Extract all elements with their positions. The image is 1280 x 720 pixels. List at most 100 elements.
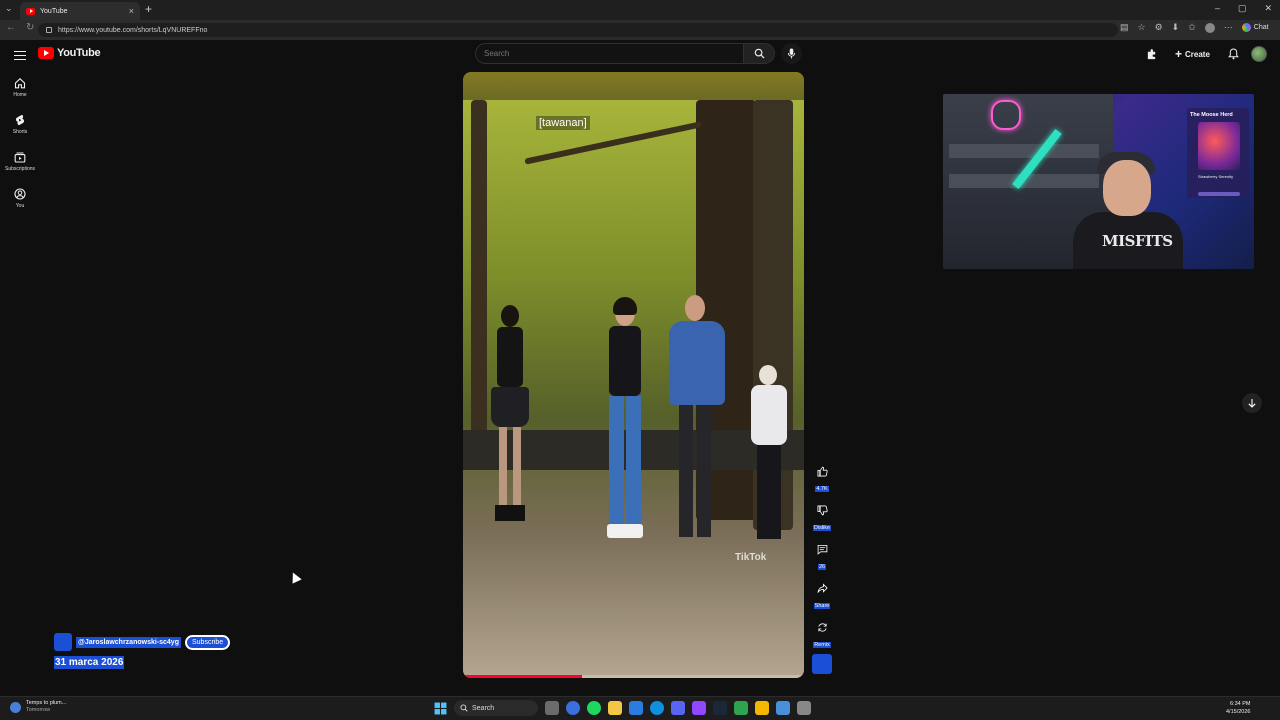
share-arrow-icon bbox=[817, 582, 828, 593]
chrome-icon[interactable] bbox=[566, 701, 580, 715]
favorites-icon[interactable]: ✩ bbox=[1188, 22, 1196, 33]
window-controls: – ▢ ✕ bbox=[1215, 3, 1272, 14]
youtube-favicon-icon bbox=[26, 7, 35, 15]
share-button[interactable] bbox=[812, 578, 832, 598]
channel-row: @Jaroslawchrzanowski-sc4yg Subscribe bbox=[54, 633, 231, 651]
url-text: https://www.youtube.com/shorts/LqVNUREFF… bbox=[58, 26, 208, 34]
extension-puzzle-icon[interactable] bbox=[1146, 48, 1157, 60]
youtube-logo-text: YouTube bbox=[57, 47, 101, 59]
extensions-icon[interactable]: ⚙ bbox=[1155, 22, 1163, 33]
copilot-chat-button[interactable]: Chat bbox=[1241, 23, 1269, 32]
sidebar-item-label: Subscriptions bbox=[4, 166, 35, 172]
browser-menu-icon[interactable]: ⋯ bbox=[1224, 22, 1233, 33]
file-explorer-icon[interactable] bbox=[608, 701, 622, 715]
taskbar-search[interactable]: Search bbox=[454, 700, 538, 716]
subscriptions-icon bbox=[14, 152, 26, 163]
comments-button[interactable] bbox=[812, 539, 832, 559]
maximize-button[interactable]: ▢ bbox=[1238, 3, 1247, 14]
tab-list-chevron-icon[interactable]: ⌄ bbox=[5, 3, 13, 14]
voice-search-button[interactable] bbox=[781, 43, 802, 64]
navigation-buttons: ← ↻ bbox=[6, 22, 34, 33]
overlay-card-bar bbox=[1198, 192, 1240, 196]
discord-icon[interactable] bbox=[671, 701, 685, 715]
like-action: 4.7K bbox=[812, 461, 832, 492]
dislike-button[interactable] bbox=[812, 500, 832, 520]
new-tab-button[interactable]: + bbox=[145, 2, 152, 16]
subscribe-button[interactable]: Subscribe bbox=[184, 634, 231, 650]
store-icon[interactable] bbox=[629, 701, 643, 715]
share-label: Share bbox=[813, 603, 831, 609]
thumbs-up-icon bbox=[817, 466, 828, 476]
copilot-icon bbox=[1241, 23, 1251, 32]
minimize-button[interactable]: – bbox=[1215, 3, 1220, 14]
task-view-icon[interactable] bbox=[545, 701, 559, 715]
edge-icon[interactable] bbox=[650, 701, 664, 715]
downloads-icon[interactable]: ⬇ bbox=[1172, 22, 1180, 33]
weather-line2: Tomorrow bbox=[26, 707, 51, 713]
weather-widget[interactable]: Temps to plum... Tomorrow bbox=[10, 700, 66, 714]
taskbar-search-label: Search bbox=[472, 704, 495, 712]
overlay-card-caption: Strawberry Serenity bbox=[1198, 174, 1234, 179]
taskbar-apps: Search bbox=[434, 700, 811, 716]
reload-icon[interactable]: ↻ bbox=[26, 22, 34, 33]
app-lightning-icon[interactable] bbox=[755, 701, 769, 715]
windows-start-icon[interactable] bbox=[434, 702, 447, 715]
back-arrow-icon[interactable]: ← bbox=[6, 22, 16, 33]
notifications-bell-icon[interactable] bbox=[1228, 48, 1239, 60]
remix-icon bbox=[817, 622, 827, 632]
channel-handle[interactable]: @Jaroslawchrzanowski-sc4yg bbox=[76, 636, 181, 648]
favorite-star-icon[interactable]: ☆ bbox=[1138, 22, 1146, 33]
next-video-button[interactable] bbox=[1242, 393, 1262, 413]
arrow-down-icon bbox=[1248, 399, 1256, 408]
video-date: 31 marca 2026 bbox=[54, 656, 125, 669]
remix-action: Remix bbox=[812, 617, 832, 648]
reader-mode-icon[interactable]: ▤ bbox=[1120, 22, 1129, 33]
sidebar-item-home[interactable]: Home bbox=[0, 77, 40, 98]
video-progress-track[interactable] bbox=[463, 675, 804, 678]
app-green-icon[interactable] bbox=[734, 701, 748, 715]
streamer-webcam-overlay: MISFITS The Moose Herd Strawberry Sereni… bbox=[943, 94, 1254, 269]
app-blue-icon[interactable] bbox=[776, 701, 790, 715]
overlay-card-title: The Moose Herd bbox=[1190, 112, 1233, 118]
browser-profile-avatar[interactable] bbox=[1204, 22, 1215, 33]
close-window-button[interactable]: ✕ bbox=[1264, 3, 1272, 14]
video-frame-scene bbox=[463, 100, 804, 678]
sidebar-item-you[interactable]: You bbox=[0, 188, 40, 209]
twitch-icon[interactable] bbox=[692, 701, 706, 715]
taskbar-search-icon bbox=[460, 704, 468, 712]
search-input[interactable] bbox=[475, 43, 743, 64]
streamer-face bbox=[1103, 160, 1151, 216]
account-avatar[interactable] bbox=[1250, 46, 1267, 62]
menu-hamburger-icon[interactable] bbox=[14, 48, 26, 63]
steam-icon[interactable] bbox=[713, 701, 727, 715]
sidebar-item-shorts[interactable]: Shorts bbox=[0, 114, 40, 135]
create-button[interactable]: + Create bbox=[1169, 45, 1216, 63]
remix-button[interactable] bbox=[812, 617, 832, 637]
shorts-icon bbox=[15, 114, 25, 126]
you-icon bbox=[14, 188, 26, 200]
search-button[interactable] bbox=[743, 43, 775, 64]
thumbs-down-icon bbox=[817, 505, 828, 515]
spotify-icon[interactable] bbox=[587, 701, 601, 715]
sidebar-item-subscriptions[interactable]: Subscriptions bbox=[0, 151, 40, 172]
search-bar bbox=[475, 43, 775, 64]
channel-avatar[interactable] bbox=[54, 633, 72, 651]
search-icon bbox=[754, 48, 765, 59]
sidebar-item-label: You bbox=[15, 203, 25, 209]
like-button[interactable] bbox=[812, 461, 832, 481]
browser-tab-bar bbox=[0, 0, 1280, 20]
short-video-player[interactable]: [tawanan] TikTok bbox=[463, 72, 804, 678]
browser-tab-youtube[interactable]: YouTube × bbox=[20, 2, 140, 20]
mouse-cursor bbox=[288, 570, 302, 584]
url-field[interactable]: https://www.youtube.com/shorts/LqVNUREFF… bbox=[38, 23, 1118, 37]
site-info-icon[interactable] bbox=[46, 27, 52, 33]
youtube-logo[interactable]: YouTube bbox=[38, 47, 101, 59]
sound-thumbnail[interactable] bbox=[812, 654, 832, 674]
home-icon bbox=[14, 78, 26, 89]
dislike-label: Dislike bbox=[812, 525, 832, 531]
youtube-play-icon bbox=[38, 47, 54, 59]
create-label: Create bbox=[1185, 49, 1210, 59]
tab-close-icon[interactable]: × bbox=[129, 6, 134, 16]
taskbar-clock[interactable]: 6:34 PM 4/15/2026 bbox=[1226, 700, 1250, 716]
camera-app-icon[interactable] bbox=[797, 701, 811, 715]
